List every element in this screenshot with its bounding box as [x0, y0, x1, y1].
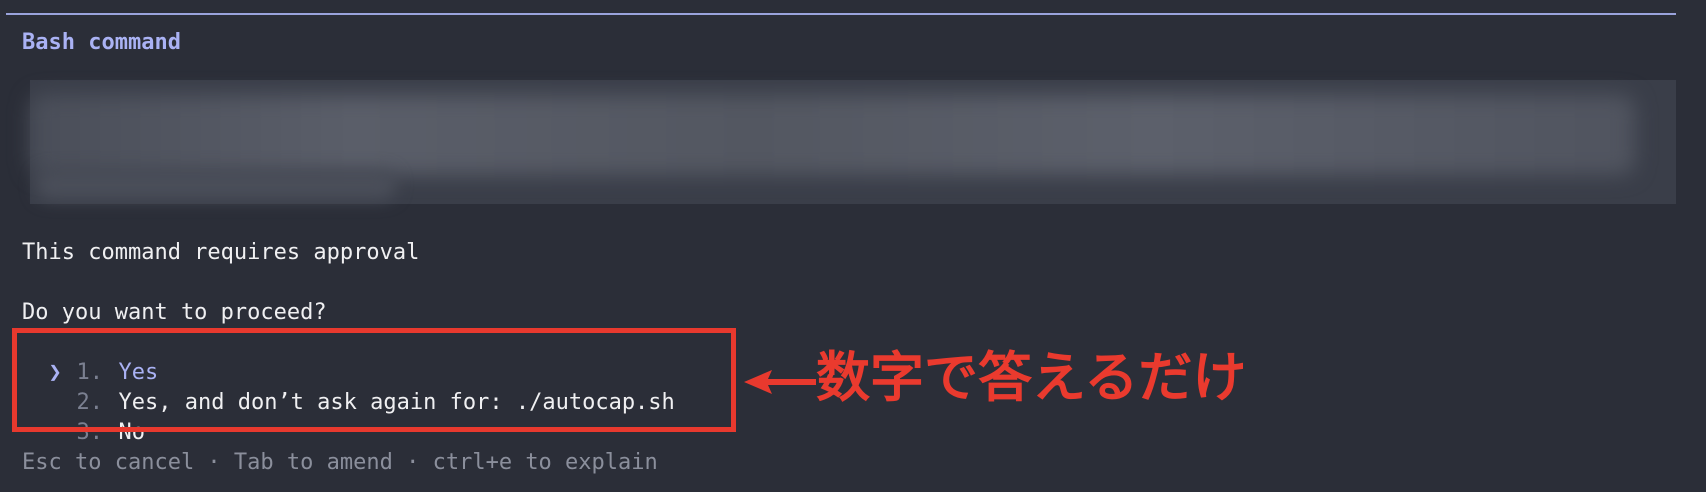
- arrow-left-icon: [744, 370, 816, 394]
- top-divider: [6, 13, 1676, 15]
- proceed-question: Do you want to proceed?: [22, 300, 327, 325]
- dialog-title: Bash command: [22, 30, 181, 55]
- redacted-command-blur: [30, 95, 1635, 175]
- annotation-text: 数字で答えるだけ: [816, 346, 1247, 409]
- approval-message: This command requires approval: [22, 240, 420, 265]
- keyboard-hints: Esc to cancel · Tab to amend · ctrl+e to…: [22, 450, 658, 475]
- redacted-command-blur-tail: [36, 170, 396, 200]
- annotation-highlight-box: [12, 328, 736, 432]
